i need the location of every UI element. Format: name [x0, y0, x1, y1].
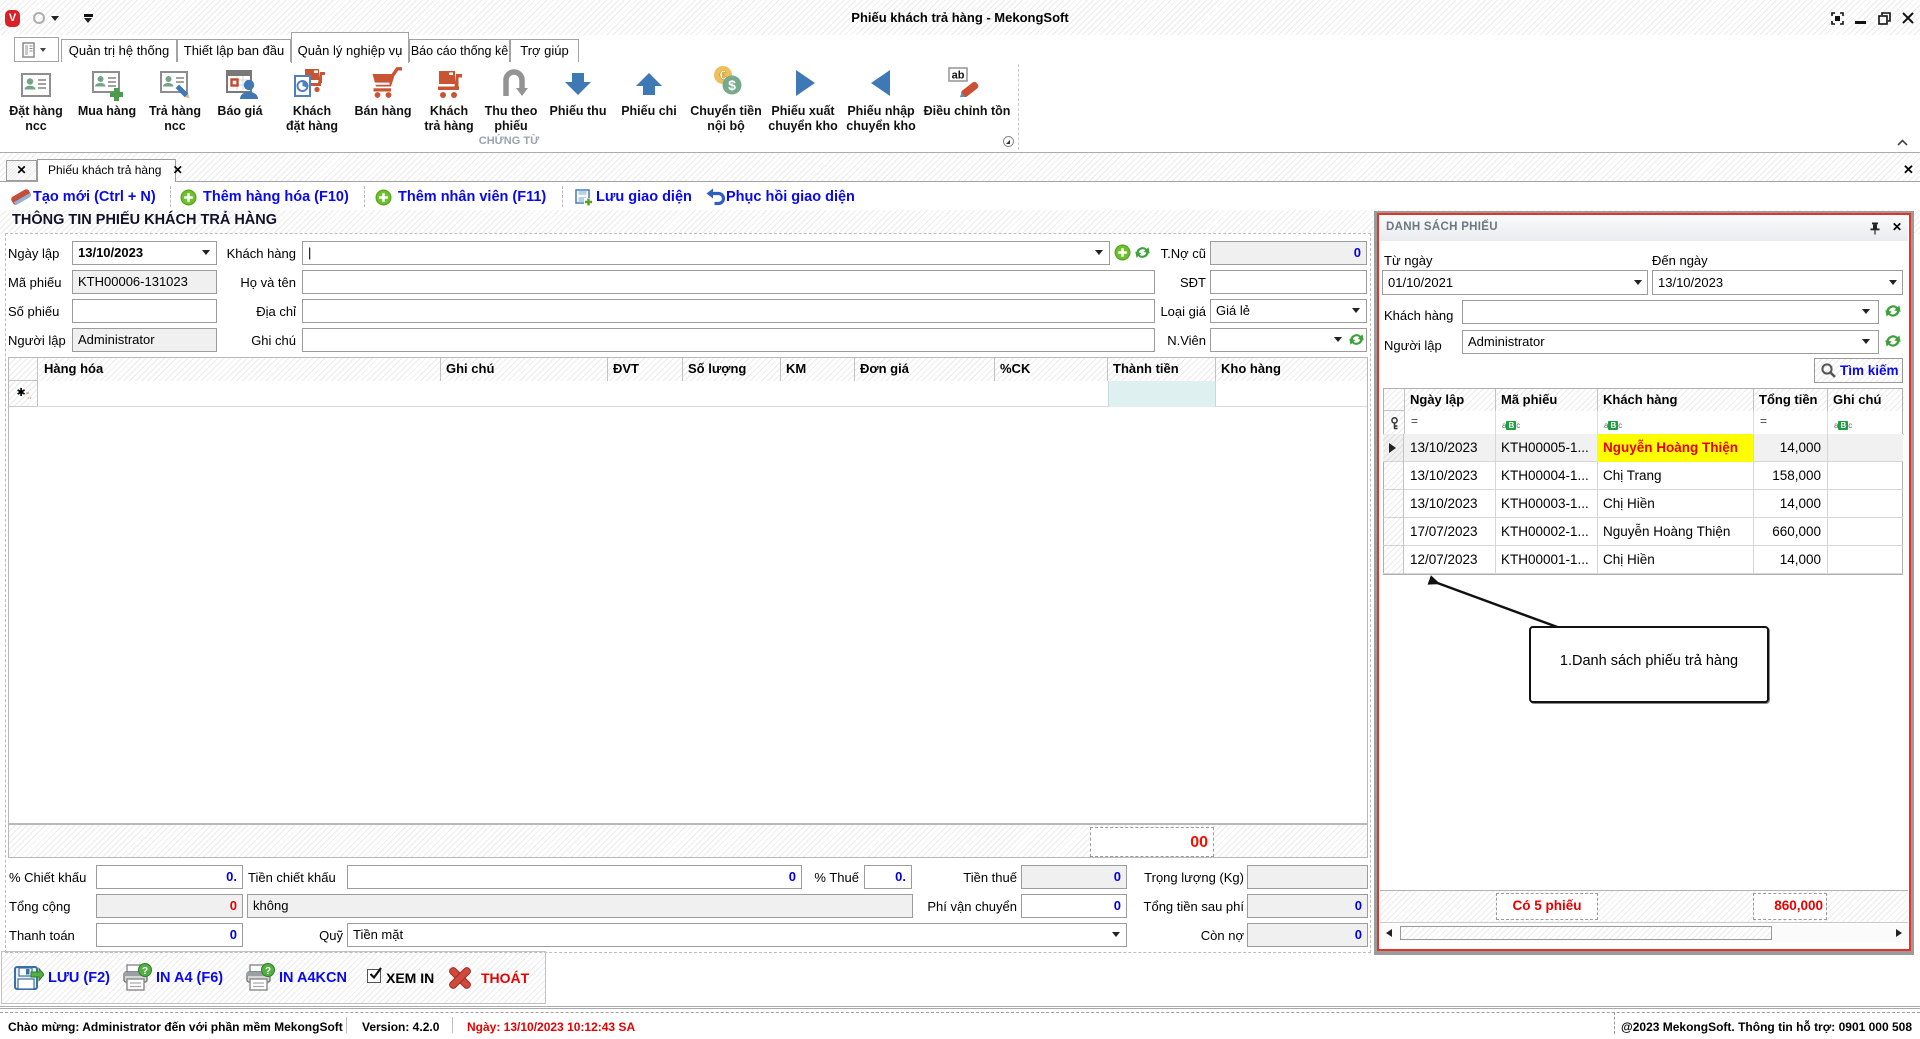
svg-text:$: $ — [728, 77, 736, 93]
svg-text:ab: ab — [952, 70, 965, 82]
svg-text:?: ? — [265, 966, 271, 977]
svg-text:?: ? — [142, 966, 148, 977]
